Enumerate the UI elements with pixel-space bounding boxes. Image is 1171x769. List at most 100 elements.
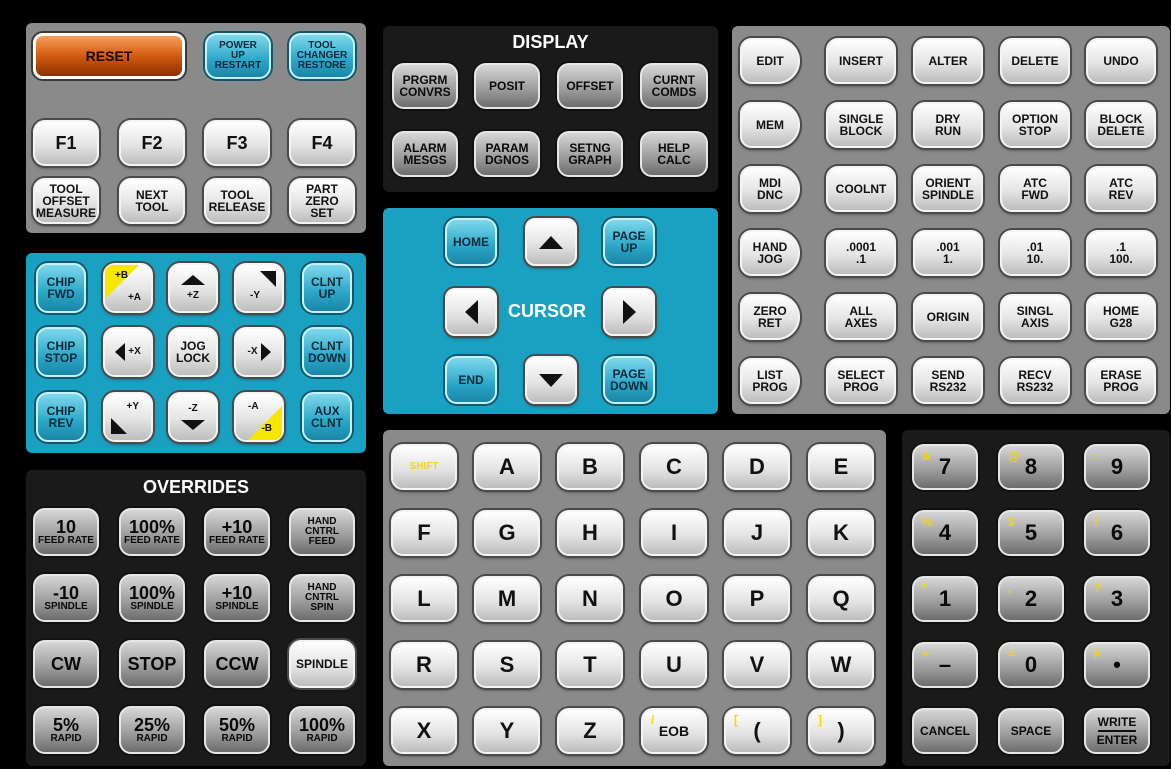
alpha-key-button[interactable]: M: [474, 576, 540, 622]
plus-b-plus-a-button[interactable]: +B +A: [103, 263, 153, 313]
tool-changer-restore-button[interactable]: TOOL CHANGER RESTORE: [289, 33, 355, 79]
numeric-key-button[interactable]: 9:: [1084, 444, 1150, 490]
mode-key-button[interactable]: COOLNT: [826, 166, 896, 212]
numeric-key-button[interactable]: • #: [1084, 642, 1150, 688]
page-down-button[interactable]: PAGE DOWN: [603, 356, 655, 404]
display-help-calc-button[interactable]: HELP CALC: [640, 131, 708, 177]
plus-z-button[interactable]: +Z: [168, 263, 218, 313]
alpha-key-button[interactable]: X: [391, 708, 457, 754]
override-button[interactable]: +10 FEED RATE: [204, 508, 270, 556]
mode-key-button[interactable]: INSERT: [826, 38, 896, 84]
override-button[interactable]: CW: [33, 640, 99, 688]
alpha-key-button[interactable]: I: [641, 510, 707, 556]
part-zero-set-button[interactable]: PART ZERO SET: [289, 178, 355, 224]
override-button[interactable]: -10 SPINDLE: [33, 574, 99, 622]
display-offset-button[interactable]: OFFSET: [557, 63, 623, 109]
tool-release-button[interactable]: TOOL RELEASE: [204, 178, 270, 224]
alpha-key-button[interactable]: Q: [808, 576, 874, 622]
numeric-key-button[interactable]: – +: [912, 642, 978, 688]
mode-key-button[interactable]: OPTION STOP: [1000, 102, 1070, 148]
cancel-button[interactable]: CANCEL: [912, 708, 978, 754]
alpha-key-button[interactable]: Z: [557, 708, 623, 754]
mode-key-button[interactable]: ORIENT SPINDLE: [913, 166, 983, 212]
display-param-dgnos-button[interactable]: PARAM DGNOS: [474, 131, 540, 177]
cursor-down-button[interactable]: [525, 356, 577, 404]
plus-x-button[interactable]: +X: [103, 327, 153, 377]
minus-x-button[interactable]: -X: [234, 327, 284, 377]
alpha-key-button[interactable]: S: [474, 642, 540, 688]
power-up-restart-button[interactable]: POWER UP RESTART: [205, 33, 271, 79]
mode-side-button[interactable]: MEM: [740, 102, 800, 148]
f2-button[interactable]: F2: [119, 120, 185, 166]
override-button[interactable]: 50% RAPID: [204, 706, 270, 754]
alpha-key-button[interactable]: V: [724, 642, 790, 688]
mode-key-button[interactable]: UNDO: [1086, 38, 1156, 84]
page-up-button[interactable]: PAGE UP: [603, 218, 655, 266]
mode-key-button[interactable]: .1 100.: [1086, 230, 1156, 276]
mode-key-button[interactable]: SINGL AXIS: [1000, 294, 1070, 340]
alpha-key-button[interactable]: W: [808, 642, 874, 688]
chip-rev-button[interactable]: CHIP REV: [36, 392, 86, 442]
mode-key-button[interactable]: ALL AXES: [826, 294, 896, 340]
end-button[interactable]: END: [445, 356, 497, 404]
numeric-key-button[interactable]: 4%: [912, 510, 978, 556]
alpha-key-button[interactable]: A: [474, 444, 540, 490]
tool-offset-measure-button[interactable]: TOOL OFFSET MEASURE: [33, 178, 99, 224]
numeric-key-button[interactable]: 0 =: [998, 642, 1064, 688]
display-posit-button[interactable]: POSIT: [474, 63, 540, 109]
alpha-key-button[interactable]: ([: [724, 708, 790, 754]
override-button[interactable]: HAND CNTRL FEED: [289, 508, 355, 556]
alpha-key-button[interactable]: N: [557, 576, 623, 622]
alpha-key-button[interactable]: P: [724, 576, 790, 622]
override-button[interactable]: 10 FEED RATE: [33, 508, 99, 556]
minus-a-minus-b-button[interactable]: -A -B: [234, 392, 284, 442]
mode-side-button[interactable]: LIST PROG: [740, 358, 800, 404]
override-button[interactable]: 5% RAPID: [33, 706, 99, 754]
alpha-key-button[interactable]: R: [391, 642, 457, 688]
mode-key-button[interactable]: RECV RS232: [1000, 358, 1070, 404]
numeric-key-button[interactable]: 5 $: [998, 510, 1064, 556]
f3-button[interactable]: F3: [204, 120, 270, 166]
mode-key-button[interactable]: SELECT PROG: [826, 358, 896, 404]
alpha-key-button[interactable]: SHIFT: [391, 444, 457, 490]
clnt-up-button[interactable]: CLNT UP: [302, 263, 352, 313]
alpha-key-button[interactable]: Y: [474, 708, 540, 754]
alpha-key-button[interactable]: F: [391, 510, 457, 556]
mode-side-button[interactable]: EDIT: [740, 38, 800, 84]
aux-clnt-button[interactable]: AUX CLNT: [302, 392, 352, 442]
mode-key-button[interactable]: DRY RUN: [913, 102, 983, 148]
home-button[interactable]: HOME: [445, 218, 497, 266]
override-button[interactable]: 100% SPINDLE: [119, 574, 185, 622]
numeric-key-button[interactable]: 6!: [1084, 510, 1150, 556]
reset-button[interactable]: RESET: [33, 33, 185, 79]
alpha-key-button[interactable]: J: [724, 510, 790, 556]
alpha-key-button[interactable]: EOB /: [641, 708, 707, 754]
next-tool-button[interactable]: NEXT TOOL: [119, 178, 185, 224]
override-button[interactable]: SPINDLE: [289, 640, 355, 688]
cursor-left-button[interactable]: [445, 288, 497, 336]
mode-key-button[interactable]: BLOCK DELETE: [1086, 102, 1156, 148]
mode-key-button[interactable]: ORIGIN: [913, 294, 983, 340]
mode-key-button[interactable]: ATC FWD: [1000, 166, 1070, 212]
override-button[interactable]: STOP: [119, 640, 185, 688]
mode-key-button[interactable]: .01 10.: [1000, 230, 1070, 276]
numeric-key-button[interactable]: 2,: [998, 576, 1064, 622]
alpha-key-button[interactable]: U: [641, 642, 707, 688]
cursor-up-button[interactable]: [525, 218, 577, 266]
numeric-key-button[interactable]: 1 *: [912, 576, 978, 622]
mode-key-button[interactable]: SINGLE BLOCK: [826, 102, 896, 148]
mode-side-button[interactable]: HAND JOG: [740, 230, 800, 276]
override-button[interactable]: CCW: [204, 640, 270, 688]
mode-side-button[interactable]: ZERO RET: [740, 294, 800, 340]
override-button[interactable]: 100% FEED RATE: [119, 508, 185, 556]
alpha-key-button[interactable]: )]: [808, 708, 874, 754]
display-prgrm-convrs-button[interactable]: PRGRM CONVRS: [392, 63, 458, 109]
alpha-key-button[interactable]: C: [641, 444, 707, 490]
mode-key-button[interactable]: ATC REV: [1086, 166, 1156, 212]
mode-key-button[interactable]: .001 1.: [913, 230, 983, 276]
mode-key-button[interactable]: ERASE PROG: [1086, 358, 1156, 404]
mode-key-button[interactable]: HOME G28: [1086, 294, 1156, 340]
override-button[interactable]: +10 SPINDLE: [204, 574, 270, 622]
alpha-key-button[interactable]: G: [474, 510, 540, 556]
numeric-key-button[interactable]: 8 @: [998, 444, 1064, 490]
